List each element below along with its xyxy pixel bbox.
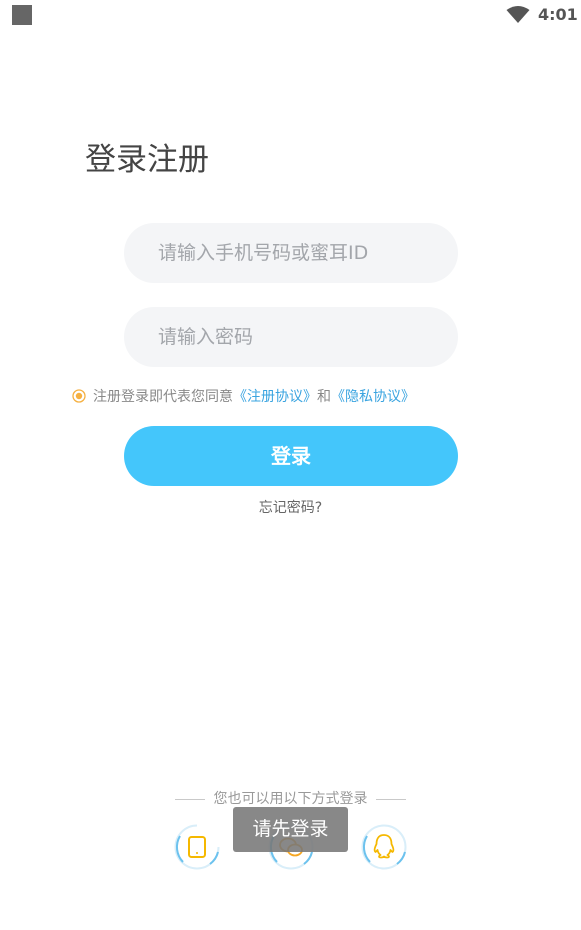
divider-line-left (175, 798, 206, 800)
password-input[interactable] (156, 325, 458, 349)
status-time: 4:01 (538, 5, 578, 24)
forgot-password-link[interactable]: 忘记密码? (0, 498, 581, 518)
forgot-password-label[interactable]: 忘记密码? (259, 500, 322, 516)
phone-login-button[interactable] (174, 824, 220, 870)
page-title: 登录注册 (85, 142, 209, 178)
register-agreement-link[interactable]: 《注册协议》 (233, 386, 317, 406)
alt-login-divider: 您也可以用以下方式登录 (0, 789, 581, 809)
login-button[interactable]: 登录 (124, 426, 458, 486)
agreement-conjunction: 和 (317, 389, 331, 405)
agreement-text: 注册登录即代表您同意 (93, 389, 233, 405)
password-field[interactable] (124, 307, 458, 367)
square-icon (12, 5, 32, 25)
toast-message: 请先登录 (233, 807, 348, 852)
phone-icon (188, 836, 206, 858)
phone-input[interactable] (156, 241, 458, 265)
wifi-icon (506, 6, 530, 23)
phone-field[interactable] (124, 223, 458, 283)
alt-login-label: 您也可以用以下方式登录 (213, 791, 368, 807)
agreement-row: 注册登录即代表您同意 《注册协议》 和 《隐私协议》 (72, 385, 415, 407)
qq-icon (373, 834, 395, 859)
agreement-radio-icon[interactable] (72, 389, 86, 403)
qq-login-button[interactable] (361, 824, 407, 870)
divider-line-right (375, 798, 406, 800)
status-bar: 4:01 (0, 0, 581, 32)
privacy-agreement-link[interactable]: 《隐私协议》 (331, 386, 415, 406)
